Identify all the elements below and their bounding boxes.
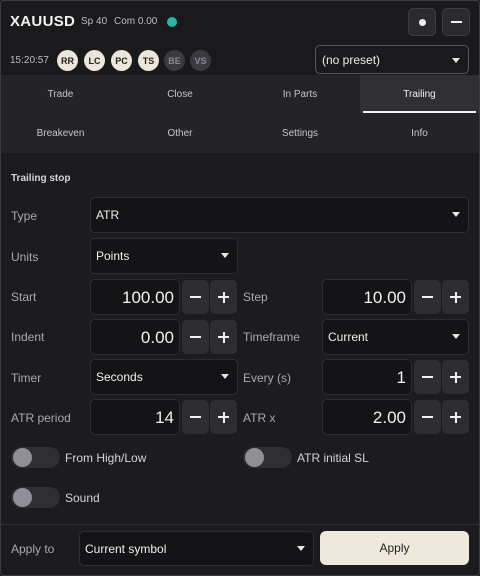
minus-icon xyxy=(190,336,201,338)
step-increment-button[interactable] xyxy=(442,280,469,314)
indent-input[interactable]: 0.00 xyxy=(90,319,180,355)
every-input[interactable]: 1 xyxy=(322,359,412,395)
timer-label: Timer xyxy=(11,371,42,385)
atr-x-decrement-button[interactable] xyxy=(414,400,441,434)
indent-label: Indent xyxy=(11,330,45,344)
type-value: ATR xyxy=(96,208,120,222)
minus-icon xyxy=(422,376,433,378)
minus-icon xyxy=(422,296,433,298)
clock-time: 15:20:57 xyxy=(10,55,49,66)
tab-breakeven[interactable]: Breakeven xyxy=(1,114,120,152)
every-decrement-button[interactable] xyxy=(414,360,441,394)
trade-panel-window: XAUUSD Sp 40 Com 0.00 15:20:57 RR LC PC … xyxy=(0,0,480,576)
apply-to-value: Current symbol xyxy=(85,542,167,556)
section-title: Trailing stop xyxy=(11,173,71,184)
chevron-down-icon xyxy=(452,334,460,339)
chevron-down-icon xyxy=(297,546,305,551)
plus-icon xyxy=(454,411,457,423)
tab-trade[interactable]: Trade xyxy=(1,75,120,113)
from-high-low-toggle[interactable] xyxy=(11,447,60,468)
sound-label: Sound xyxy=(65,491,100,505)
timeframe-select[interactable]: Current xyxy=(322,319,469,355)
units-select[interactable]: Points xyxy=(90,238,238,274)
type-select[interactable]: ATR xyxy=(90,197,469,233)
atr-initial-sl-label: ATR initial SL xyxy=(297,451,369,465)
spread-text: Sp 40 xyxy=(81,16,108,27)
start-input[interactable]: 100.00 xyxy=(90,279,180,315)
plus-icon xyxy=(454,291,457,303)
sound-toggle[interactable] xyxy=(11,487,60,508)
atr-x-increment-button[interactable] xyxy=(442,400,469,434)
minus-icon xyxy=(422,416,433,418)
tab-other[interactable]: Other xyxy=(120,114,240,152)
circle-icon xyxy=(418,18,426,26)
units-label: Units xyxy=(11,250,39,264)
minus-icon xyxy=(190,416,201,418)
atr-period-increment-button[interactable] xyxy=(210,400,237,434)
start-label: Start xyxy=(11,290,37,304)
preset-value: (no preset) xyxy=(322,53,381,67)
plus-icon xyxy=(454,371,457,383)
step-label: Step xyxy=(243,290,268,304)
atr-x-label: ATR x xyxy=(243,411,276,425)
atr-period-input[interactable]: 14 xyxy=(90,399,180,435)
commission-text: Com 0.00 xyxy=(114,16,158,27)
tab-trailing[interactable]: Trailing xyxy=(360,75,479,113)
type-label: Type xyxy=(11,209,38,223)
from-high-low-label: From High/Low xyxy=(65,451,147,465)
atr-initial-sl-toggle[interactable] xyxy=(243,447,292,468)
atr-period-label: ATR period xyxy=(11,411,71,425)
header: XAUUSD Sp 40 Com 0.00 15:20:57 RR LC PC … xyxy=(1,1,479,75)
chevron-down-icon xyxy=(221,253,229,258)
chip-be[interactable]: BE xyxy=(164,50,185,71)
apply-to-label: Apply to xyxy=(11,542,55,556)
tab-close[interactable]: Close xyxy=(120,75,240,113)
chip-rr[interactable]: RR xyxy=(57,50,78,71)
apply-to-select[interactable]: Current symbol xyxy=(79,531,314,566)
tab-in-parts[interactable]: In Parts xyxy=(240,75,360,113)
atr-period-decrement-button[interactable] xyxy=(182,400,209,434)
symbol-name: XAUUSD xyxy=(10,13,76,30)
circle-button[interactable] xyxy=(408,8,436,36)
chip-pc[interactable]: PC xyxy=(111,50,132,71)
minus-icon xyxy=(450,21,462,23)
tab-settings[interactable]: Settings xyxy=(240,114,360,152)
plus-icon xyxy=(222,291,225,303)
atr-x-input[interactable]: 2.00 xyxy=(322,399,412,435)
start-decrement-button[interactable] xyxy=(182,280,209,314)
minus-icon xyxy=(190,296,201,298)
chip-vs[interactable]: VS xyxy=(190,50,211,71)
tab-bar: Trade Close In Parts Trailing Breakeven … xyxy=(1,75,479,153)
indent-decrement-button[interactable] xyxy=(182,320,209,354)
preset-select[interactable]: (no preset) xyxy=(315,45,469,74)
chip-ts[interactable]: TS xyxy=(138,50,159,71)
units-value: Points xyxy=(96,249,130,263)
every-label: Every (s) xyxy=(243,371,291,385)
minimize-button[interactable] xyxy=(442,8,470,36)
chevron-down-icon xyxy=(452,212,460,217)
apply-button[interactable]: Apply xyxy=(320,531,469,565)
tab-info[interactable]: Info xyxy=(360,114,479,152)
status-dot-icon xyxy=(167,17,177,27)
chevron-down-icon xyxy=(221,374,229,379)
timer-select[interactable]: Seconds xyxy=(90,359,238,395)
start-increment-button[interactable] xyxy=(210,280,237,314)
timeframe-label: Timeframe xyxy=(243,330,300,344)
timeframe-value: Current xyxy=(328,330,369,344)
plus-icon xyxy=(222,331,225,343)
indent-increment-button[interactable] xyxy=(210,320,237,354)
timer-value: Seconds xyxy=(96,370,143,384)
chip-lc[interactable]: LC xyxy=(84,50,105,71)
every-increment-button[interactable] xyxy=(442,360,469,394)
footer-divider xyxy=(1,524,479,525)
step-decrement-button[interactable] xyxy=(414,280,441,314)
plus-icon xyxy=(222,411,225,423)
chevron-down-icon xyxy=(452,58,460,63)
step-input[interactable]: 10.00 xyxy=(322,279,412,315)
